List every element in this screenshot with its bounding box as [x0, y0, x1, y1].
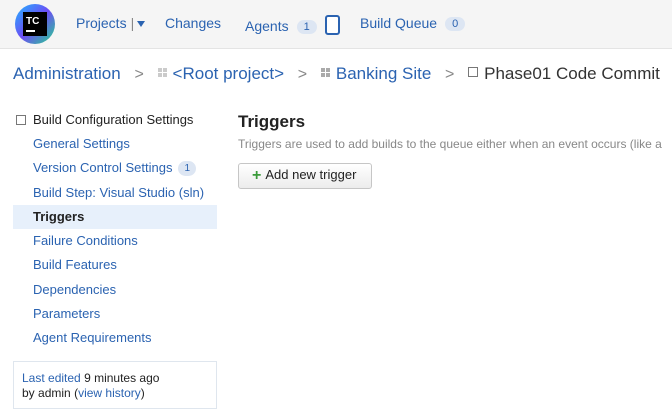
breadcrumb-separator: > [445, 66, 455, 83]
add-new-trigger-button[interactable]: + Add new trigger [238, 163, 372, 189]
last-edited-time: 9 minutes ago [84, 371, 160, 385]
nav-projects-label[interactable]: Projects [76, 15, 127, 31]
top-navigation-bar: TC Projects | Changes Agents 1 Build Queue… [0, 0, 672, 49]
view-history-link[interactable]: view history [78, 386, 141, 400]
agent-status-icon[interactable] [324, 15, 340, 35]
agents-count-badge: 1 [296, 20, 317, 34]
build-config-icon [468, 67, 479, 77]
sidebar-item-failure-conditions[interactable]: Failure Conditions [13, 229, 217, 253]
sidebar-list: General Settings Version Control Setting… [13, 132, 217, 351]
last-edited-panel: Last edited 9 minutes ago by admin (view… [13, 361, 217, 409]
nav-projects-separator: | [130, 15, 135, 31]
last-edited-by-prefix: by [22, 386, 35, 400]
nav-build-queue-label[interactable]: Build Queue [360, 15, 437, 31]
page-title: Triggers [238, 112, 306, 131]
sidebar-item-build-step[interactable]: Build Step: Visual Studio (sln) [13, 181, 217, 205]
sidebar-item-label[interactable]: General Settings [33, 136, 130, 151]
page-description: Triggers are used to add builds to the q… [238, 137, 662, 151]
plus-icon: + [252, 167, 262, 184]
sidebar-item-label[interactable]: Failure Conditions [33, 233, 138, 248]
projects-dropdown-icon[interactable] [137, 21, 146, 28]
nav-agents-label[interactable]: Agents [245, 18, 289, 34]
build-config-icon [16, 115, 26, 125]
breadcrumb-banking-site[interactable]: Banking Site [336, 64, 431, 83]
breadcrumb-separator: > [297, 66, 308, 83]
sidebar-item-label[interactable]: Agent Requirements [33, 330, 152, 345]
settings-sidebar: Build Configuration Settings General Set… [13, 108, 217, 351]
nav-agents[interactable]: Agents 1 [245, 15, 340, 35]
last-edited-user: admin [38, 386, 71, 400]
logo-text: TC [26, 16, 39, 27]
nav-changes[interactable]: Changes [165, 15, 221, 31]
breadcrumb-administration[interactable]: Administration [13, 64, 121, 83]
add-new-trigger-label[interactable]: Add new trigger [265, 167, 356, 182]
sidebar-item-parameters[interactable]: Parameters [13, 302, 217, 326]
sidebar-header-label: Build Configuration Settings [33, 112, 194, 127]
breadcrumb-current-config: Phase01 Code Commit [484, 64, 660, 83]
sidebar-item-label[interactable]: Triggers [33, 209, 84, 224]
vcs-count-badge: 1 [178, 161, 197, 177]
project-grid-icon [320, 68, 330, 77]
history-close-paren: ) [140, 386, 145, 400]
sidebar-item-general-settings[interactable]: General Settings [13, 132, 217, 156]
sidebar-header: Build Configuration Settings [13, 108, 217, 132]
sidebar-item-label[interactable]: Build Step: Visual Studio (sln) [33, 185, 204, 200]
last-edited-link[interactable]: Last edited [22, 371, 81, 385]
build-queue-count-badge: 0 [445, 17, 466, 31]
breadcrumb: Administration > <Root project> > Bankin… [13, 64, 660, 84]
sidebar-item-label[interactable]: Dependencies [33, 282, 116, 297]
sidebar-item-dependencies[interactable]: Dependencies [13, 278, 217, 302]
sidebar-item-agent-requirements[interactable]: Agent Requirements [13, 326, 217, 350]
sidebar-item-build-features[interactable]: Build Features [13, 253, 217, 277]
project-grid-icon [157, 68, 167, 77]
breadcrumb-root-project[interactable]: <Root project> [173, 64, 285, 83]
sidebar-item-label[interactable]: Build Features [33, 257, 117, 272]
breadcrumb-separator: > [134, 66, 144, 83]
sidebar-item-label[interactable]: Parameters [33, 306, 100, 321]
sidebar-item-version-control-settings[interactable]: Version Control Settings 1 [13, 156, 217, 180]
teamcity-logo[interactable]: TC [14, 3, 56, 45]
sidebar-item-triggers[interactable]: Triggers [13, 204, 217, 230]
nav-build-queue[interactable]: Build Queue 0 [360, 15, 466, 31]
sidebar-item-label[interactable]: Version Control Settings [33, 160, 172, 175]
nav-projects[interactable]: Projects | [76, 15, 146, 31]
